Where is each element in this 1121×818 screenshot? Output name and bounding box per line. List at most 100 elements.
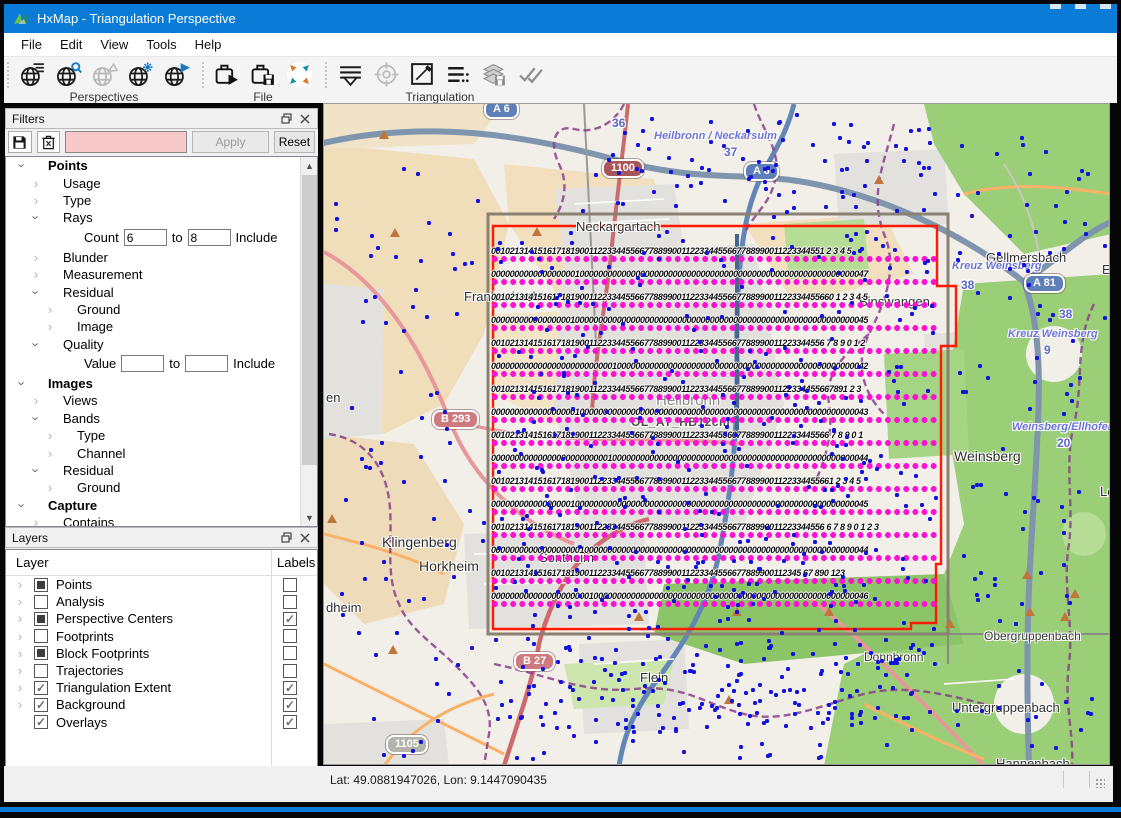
close-panel-icon[interactable] xyxy=(297,112,313,126)
layer-labels-checkbox[interactable] xyxy=(283,578,297,592)
chevron-collapsed-icon[interactable]: › xyxy=(44,480,56,495)
tree-item-capture[interactable]: ›Capture xyxy=(6,497,317,514)
tree-item-measurement[interactable]: ›Measurement xyxy=(6,266,317,283)
layer-visibility-checkbox[interactable] xyxy=(34,715,48,729)
chevron-collapsed-icon[interactable]: › xyxy=(30,193,42,208)
globe-settings-icon[interactable] xyxy=(125,59,155,89)
tree-item-views[interactable]: ›Views xyxy=(6,392,317,409)
toolbar-section-handle[interactable] xyxy=(324,61,329,89)
chevron-expanded-icon[interactable]: › xyxy=(29,412,44,424)
layers-panel-titlebar[interactable]: Layers xyxy=(5,527,318,548)
image-edit-icon[interactable] xyxy=(407,59,437,89)
tree-item-rays[interactable]: ›Rays xyxy=(6,209,317,226)
layer-labels-checkbox[interactable] xyxy=(283,664,297,678)
tree-item-usage[interactable]: ›Usage xyxy=(6,174,317,191)
chevron-expanded-icon[interactable]: › xyxy=(15,378,30,390)
chevron-expanded-icon[interactable]: › xyxy=(15,499,30,511)
layer-labels-checkbox[interactable] xyxy=(283,629,297,643)
globe-run-icon[interactable] xyxy=(161,59,191,89)
layer-row-block-footprints[interactable]: ›Block Footprints xyxy=(6,645,317,662)
reset-button[interactable]: Reset xyxy=(274,131,315,153)
filters-scrollbar[interactable]: ▲ ▼ xyxy=(300,157,317,526)
case-run-icon[interactable] xyxy=(212,59,242,89)
range-to-input[interactable] xyxy=(188,229,231,246)
chevron-collapsed-icon[interactable]: › xyxy=(14,577,26,592)
tree-item-points[interactable]: ›Points xyxy=(6,157,317,174)
menu-view[interactable]: View xyxy=(91,34,137,55)
toolbar-section-handle[interactable] xyxy=(6,61,11,89)
layer-visibility-checkbox[interactable] xyxy=(34,698,48,712)
layer-row-points[interactable]: ›Points xyxy=(6,576,317,593)
menu-edit[interactable]: Edit xyxy=(51,34,91,55)
chevron-collapsed-icon[interactable]: › xyxy=(30,393,42,408)
tree-item-type[interactable]: ›Type xyxy=(6,427,317,444)
save-filter-button[interactable] xyxy=(8,131,32,153)
tree-item-ground[interactable]: ›Ground xyxy=(6,479,317,496)
chevron-expanded-icon[interactable]: › xyxy=(15,160,30,172)
layer-labels-checkbox[interactable] xyxy=(283,612,297,626)
filter-combobox[interactable]: ▾ xyxy=(65,131,187,153)
minimize-button[interactable] xyxy=(1050,4,1061,9)
chevron-collapsed-icon[interactable]: › xyxy=(30,250,42,265)
tree-item-contains[interactable]: ›Contains xyxy=(6,514,317,527)
chevron-collapsed-icon[interactable]: › xyxy=(14,594,26,609)
scroll-down-icon[interactable]: ▼ xyxy=(301,509,318,526)
scrollbar-thumb[interactable] xyxy=(302,175,317,465)
chevron-collapsed-icon[interactable]: › xyxy=(44,302,56,317)
chevron-collapsed-icon[interactable]: › xyxy=(30,176,42,191)
layer-visibility-checkbox[interactable] xyxy=(34,681,48,695)
chevron-collapsed-icon[interactable]: › xyxy=(30,267,42,282)
tree-item-images[interactable]: ›Images xyxy=(6,375,317,392)
menu-file[interactable]: File xyxy=(12,34,51,55)
layer-visibility-checkbox[interactable] xyxy=(34,646,48,660)
filters-panel-titlebar[interactable]: Filters xyxy=(5,108,318,129)
chevron-expanded-icon[interactable]: › xyxy=(29,212,44,224)
tree-item-residual[interactable]: ›Residual xyxy=(6,462,317,479)
layer-labels-checkbox[interactable] xyxy=(283,595,297,609)
chevron-collapsed-icon[interactable]: › xyxy=(14,663,26,678)
layer-visibility-checkbox[interactable] xyxy=(34,612,48,626)
range-from-input[interactable] xyxy=(121,355,164,372)
tree-item-bands[interactable]: ›Bands xyxy=(6,410,317,427)
tree-item-image[interactable]: ›Image xyxy=(6,318,317,335)
layer-visibility-checkbox[interactable] xyxy=(34,664,48,678)
chevron-collapsed-icon[interactable]: › xyxy=(14,611,26,626)
menu-tools[interactable]: Tools xyxy=(137,34,185,55)
layer-row-overlays[interactable]: Overlays xyxy=(6,714,317,731)
case-save-icon[interactable] xyxy=(248,59,278,89)
apply-button[interactable]: Apply xyxy=(192,131,269,153)
chevron-collapsed-icon[interactable]: › xyxy=(14,697,26,712)
layer-labels-checkbox[interactable] xyxy=(283,715,297,729)
tree-item-type[interactable]: ›Type xyxy=(6,192,317,209)
chevron-collapsed-icon[interactable]: › xyxy=(44,319,56,334)
layer-visibility-checkbox[interactable] xyxy=(34,595,48,609)
maximize-button[interactable] xyxy=(1075,4,1086,9)
range-from-input[interactable] xyxy=(124,229,167,246)
chevron-collapsed-icon[interactable]: › xyxy=(14,629,26,644)
chevron-collapsed-icon[interactable]: › xyxy=(30,515,42,527)
delete-filter-button[interactable] xyxy=(37,131,61,153)
layer-labels-checkbox[interactable] xyxy=(283,646,297,660)
layer-row-footprints[interactable]: ›Footprints xyxy=(6,628,317,645)
menu-help[interactable]: Help xyxy=(186,34,231,55)
close-button[interactable] xyxy=(1100,4,1111,9)
chevron-collapsed-icon[interactable]: › xyxy=(44,428,56,443)
globe-search-icon[interactable] xyxy=(53,59,83,89)
map-view[interactable]: NeckargartachFrankenbachBinswangenGellme… xyxy=(323,103,1110,765)
chevron-collapsed-icon[interactable]: › xyxy=(14,646,26,661)
layer-row-background[interactable]: ›Background xyxy=(6,696,317,713)
layer-row-analysis[interactable]: ›Analysis xyxy=(6,593,317,610)
chevron-collapsed-icon[interactable]: › xyxy=(44,446,56,461)
tree-item-blunder[interactable]: ›Blunder xyxy=(6,249,317,266)
float-panel-icon[interactable] xyxy=(278,531,294,545)
chevron-expanded-icon[interactable]: › xyxy=(29,338,44,350)
layer-visibility-checkbox[interactable] xyxy=(34,578,48,592)
layers-save-icon[interactable] xyxy=(479,59,509,89)
layer-row-trajectories[interactable]: ›Trajectories xyxy=(6,662,317,679)
resize-grip[interactable] xyxy=(1095,778,1105,788)
close-panel-icon[interactable] xyxy=(297,531,313,545)
tree-item-channel[interactable]: ›Channel xyxy=(6,444,317,461)
layer-visibility-checkbox[interactable] xyxy=(34,629,48,643)
chevron-collapsed-icon[interactable]: › xyxy=(14,680,26,695)
tin-surface-icon[interactable] xyxy=(335,59,365,89)
